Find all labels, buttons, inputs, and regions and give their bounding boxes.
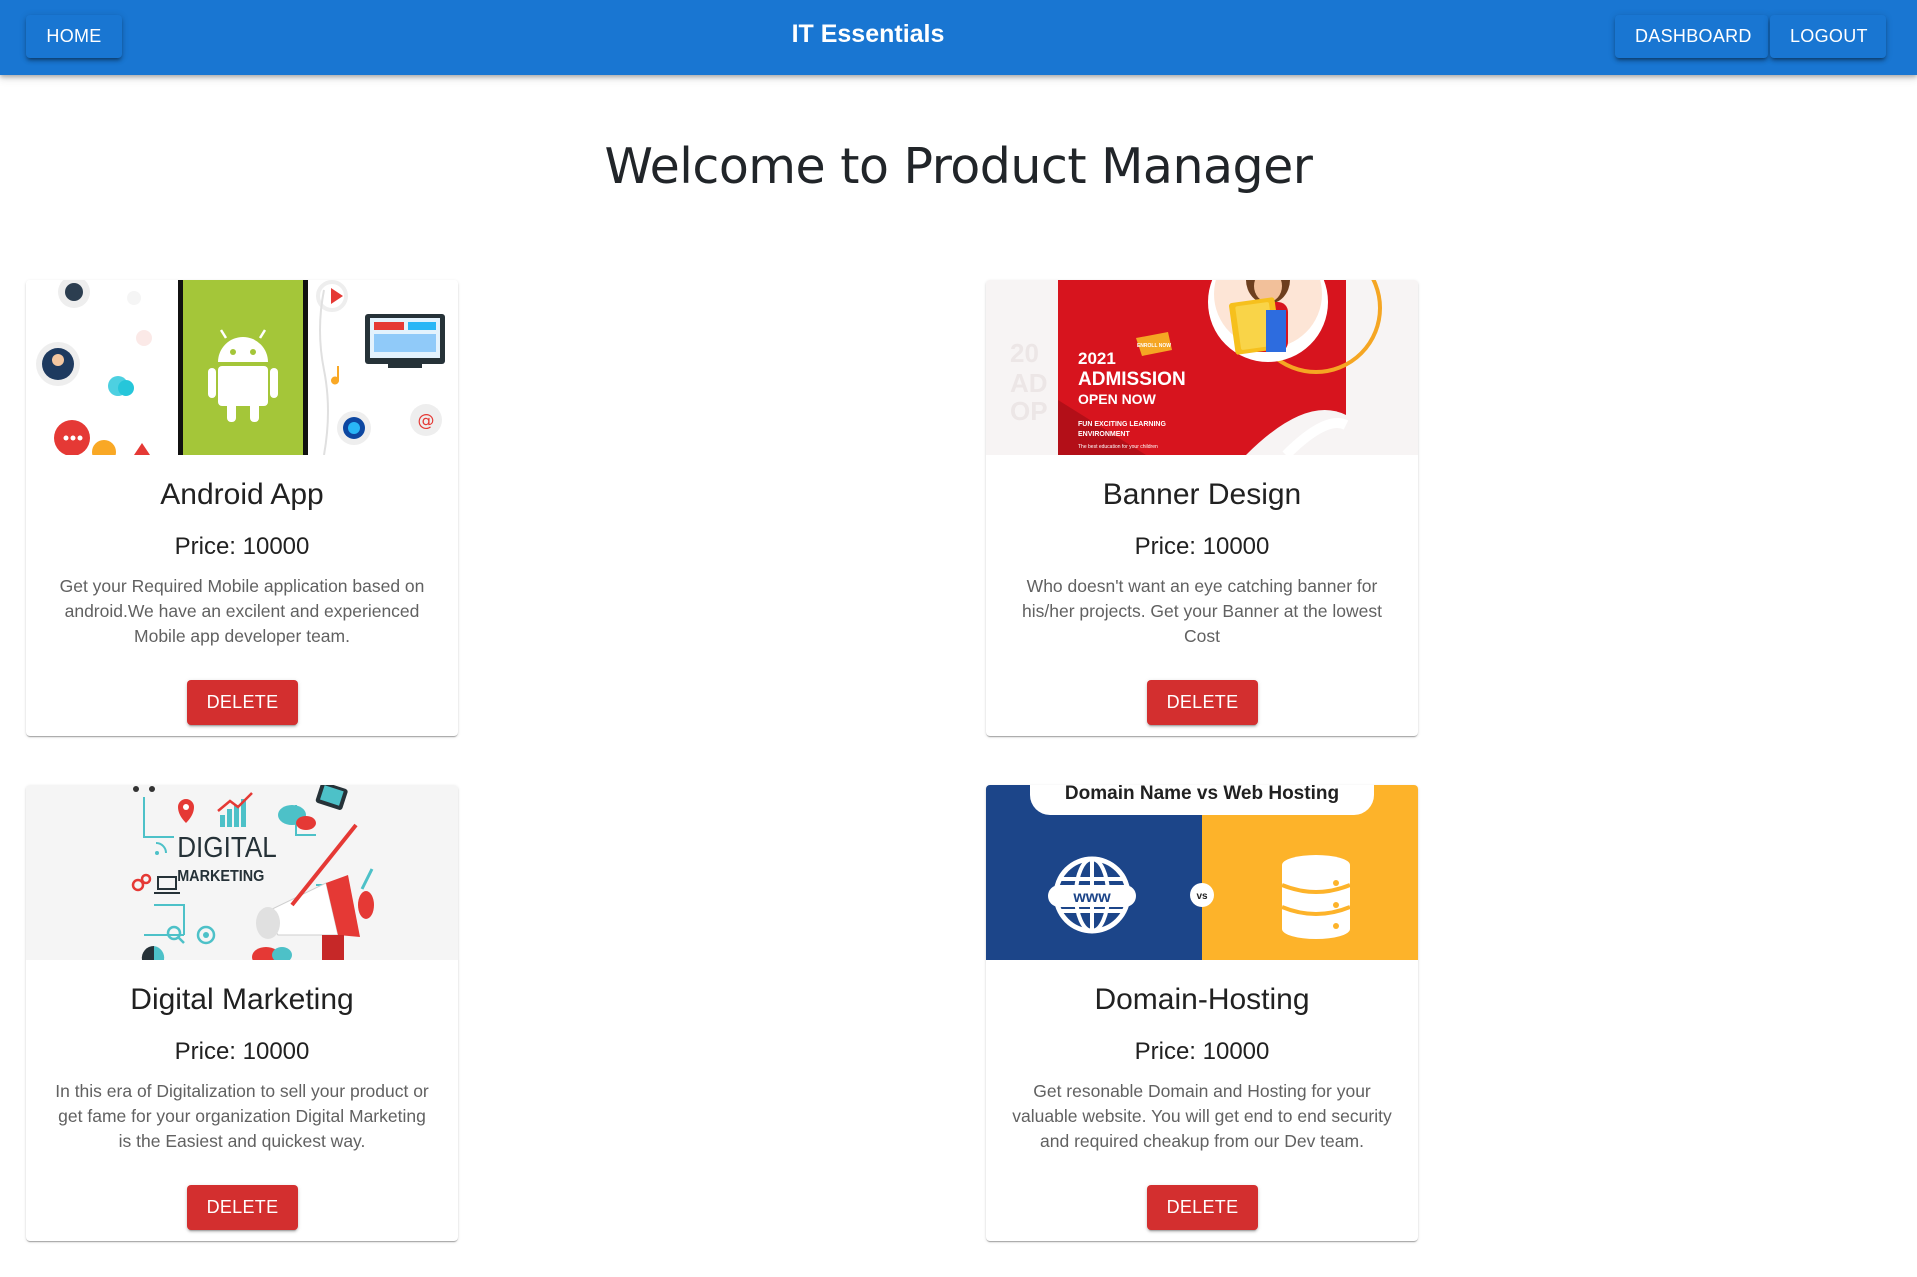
page-title: Welcome to Product Manager bbox=[604, 138, 1313, 195]
product-card-domain-hosting: Domain Name vs Web Hosting www vs Domain… bbox=[986, 785, 1418, 1241]
domain-hosting-image: Domain Name vs Web Hosting www vs bbox=[986, 785, 1418, 960]
product-description: In this era of Digitalization to sell yo… bbox=[55, 1081, 429, 1151]
android-app-image: @ bbox=[26, 280, 458, 455]
product-name: Digital Marketing bbox=[130, 983, 354, 1016]
app-title: IT Essentials bbox=[791, 20, 945, 48]
svg-text:AD: AD bbox=[1010, 368, 1048, 398]
digital-text: DIGITAL bbox=[177, 831, 277, 864]
svg-text:OP: OP bbox=[1010, 396, 1048, 426]
logout-button[interactable]: LOGOUT bbox=[1770, 15, 1886, 58]
marketing-text: MARKETING bbox=[177, 867, 264, 885]
vs-text: vs bbox=[1196, 891, 1208, 902]
delete-button[interactable]: DELETE bbox=[1147, 680, 1258, 725]
product-price: Price: 10000 bbox=[1134, 533, 1270, 560]
banner-bg-text: 20 bbox=[1010, 338, 1039, 368]
svg-text:OPEN NOW: OPEN NOW bbox=[1078, 391, 1157, 407]
product-name: Banner Design bbox=[1102, 478, 1302, 511]
www-text: www bbox=[1072, 889, 1111, 906]
banner-design-image: 20 AD OP ENROLL NOW 2021 ADMISSION OPEN … bbox=[986, 280, 1418, 455]
delete-button[interactable]: DELETE bbox=[1147, 1185, 1258, 1230]
svg-text:ENROLL NOW: ENROLL NOW bbox=[1137, 343, 1171, 349]
svg-text:ENVIRONMENT: ENVIRONMENT bbox=[1078, 431, 1130, 438]
app-bar: HOME IT Essentials DASHBOARD LOGOUT bbox=[0, 0, 1917, 75]
svg-text:ADMISSION: ADMISSION bbox=[1078, 369, 1186, 390]
product-description: Who doesn't want an eye catching banner … bbox=[1022, 576, 1382, 646]
delete-button[interactable]: DELETE bbox=[187, 680, 298, 725]
product-card-banner-design: 20 AD OP ENROLL NOW 2021 ADMISSION OPEN … bbox=[986, 280, 1418, 736]
product-card-digital-marketing: DIGITAL MARKETING Digital Marketing Pric… bbox=[26, 785, 458, 1241]
product-card-android-app: @ Android App Price: 10000 Get your Requ… bbox=[26, 280, 458, 736]
product-name: Domain-Hosting bbox=[1094, 983, 1310, 1016]
dashboard-button[interactable]: DASHBOARD bbox=[1615, 15, 1768, 58]
digital-marketing-image: DIGITAL MARKETING bbox=[26, 785, 458, 960]
domain-heading-text: Domain Name vs Web Hosting bbox=[1065, 785, 1339, 804]
product-price: Price: 10000 bbox=[174, 533, 310, 560]
product-description: Get resonable Domain and Hosting for you… bbox=[1012, 1081, 1392, 1151]
product-description: Get your Required Mobile application bas… bbox=[59, 576, 425, 646]
svg-text:FUN EXCITING LEARNING: FUN EXCITING LEARNING bbox=[1078, 421, 1166, 428]
product-price: Price: 10000 bbox=[174, 1038, 310, 1065]
delete-button[interactable]: DELETE bbox=[187, 1185, 298, 1230]
svg-text:2021: 2021 bbox=[1078, 349, 1116, 368]
svg-text:The best education for your ch: The best education for your children bbox=[1078, 444, 1158, 450]
product-name: Android App bbox=[160, 478, 324, 511]
svg-text:@: @ bbox=[418, 411, 435, 431]
product-price: Price: 10000 bbox=[1134, 1038, 1270, 1065]
